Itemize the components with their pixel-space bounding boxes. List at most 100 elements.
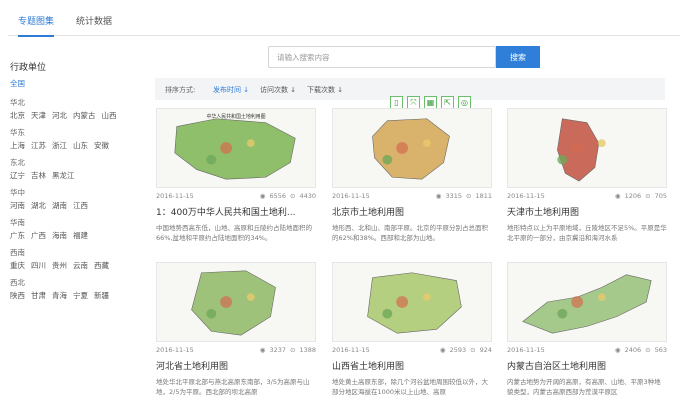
view-count: 6556 <box>269 192 286 200</box>
download-count: 924 <box>479 346 492 354</box>
sidebar-item-province[interactable]: 上海 <box>10 140 25 151</box>
card-meta: 2016-11-15 ◉ 3237 ⊙ 1388 <box>156 346 316 356</box>
region-name: 华东 <box>10 128 25 137</box>
sidebar-item-province[interactable]: 广东 <box>10 230 25 241</box>
eye-icon: ◉ <box>614 192 621 200</box>
card-title[interactable]: 山西省土地利用图 <box>332 359 492 372</box>
map-thumbnail[interactable] <box>507 262 667 342</box>
tab-thematic-atlas[interactable]: 专题图集 <box>18 14 55 37</box>
view-count: 3237 <box>269 346 286 354</box>
sidebar-item-province[interactable]: 福建 <box>73 230 88 241</box>
sidebar-item-province[interactable]: 浙江 <box>52 140 67 151</box>
search-input[interactable] <box>268 46 496 68</box>
eye-icon: ◉ <box>259 346 266 354</box>
sidebar-item-province[interactable]: 天津 <box>31 110 46 121</box>
sidebar-item-province[interactable]: 河南 <box>10 200 25 211</box>
publish-date: 2016-11-15 <box>332 192 370 200</box>
sidebar-item-province[interactable]: 湖北 <box>31 200 46 211</box>
sidebar-item-all[interactable]: 全国 <box>10 78 140 89</box>
region-name: 华南 <box>10 218 25 227</box>
card-stats: ◉ 3237 ⊙ 1388 <box>260 346 316 356</box>
sidebar-item-province[interactable]: 北京 <box>10 110 25 121</box>
card-description: 地形西、北和山、南部平原。北京的平原分别占总面积的62%和38%。西部和北部为山… <box>332 224 488 242</box>
region-group: 东北 辽宁 吉林 黑龙江 <box>10 157 140 181</box>
download-icon: ⊙ <box>466 192 472 200</box>
province-row: 上海 江苏 浙江 山东 安徽 <box>10 140 140 151</box>
sidebar-item-province[interactable]: 云南 <box>73 260 88 271</box>
sidebar-item-province[interactable]: 江西 <box>73 200 88 211</box>
download-icon: ⊙ <box>645 192 651 200</box>
sidebar-item-province[interactable]: 甘肃 <box>31 290 46 301</box>
publish-date: 2016-11-15 <box>156 346 194 354</box>
download-icon: ⊙ <box>470 346 476 354</box>
card-stats: ◉ 2406 ⊙ 563 <box>615 346 667 356</box>
sidebar-item-province[interactable]: 山东 <box>73 140 88 151</box>
sidebar-item-province[interactable]: 新疆 <box>94 290 109 301</box>
sidebar-item-province[interactable]: 四川 <box>31 260 46 271</box>
download-count: 4430 <box>299 192 316 200</box>
sidebar-item-province[interactable]: 陕西 <box>10 290 25 301</box>
region-group: 西南 重庆 四川 贵州 云南 西藏 <box>10 247 140 271</box>
sidebar-item-province[interactable]: 江苏 <box>31 140 46 151</box>
map-card[interactable]: 2016-11-15 ◉ 2593 ⊙ 924 山西省土地利用图 地处黄土高原东部，除几个河… <box>332 262 492 397</box>
card-title[interactable]: 内蒙古自治区土地利用图 <box>507 359 667 372</box>
card-description: 地形特点以上为平原地域，丘陵地区不足5%。平原是华北平原的一部分，由京冀沿和海河… <box>507 224 667 242</box>
card-stats: ◉ 6556 ⊙ 4430 <box>260 192 316 202</box>
map-card[interactable]: 2016-11-15 ◉ 1206 ⊙ 705 天津市土地利用图地形特点以上为平原地域，丘… <box>507 108 667 243</box>
region-group: 华东上海 江苏 浙江 山东 安徽 <box>10 127 140 151</box>
sidebar-item-province[interactable]: 重庆 <box>10 260 25 271</box>
sidebar-item-province[interactable]: 湖南 <box>52 200 67 211</box>
sidebar-item-province[interactable]: 山西 <box>102 110 117 121</box>
eye-icon: ◉ <box>259 192 266 200</box>
map-card[interactable]: 2016-11-15 ◉ 3315 ⊙ 1811 北京市土地利用图 地形西、北和山、南部平原… <box>332 108 492 243</box>
sidebar-item-province[interactable]: 宁夏 <box>73 290 88 301</box>
download-count: 1388 <box>299 346 316 354</box>
sort-by-visits[interactable]: 访问次数 ↓ <box>260 85 296 95</box>
admin-unit-sidebar: 行政单位 全国 华北 北京 天津 河北 内蒙古 山西 华东 上海 江苏 浙江 山东 安徽 东北 辽宁 吉林黑… <box>10 60 140 307</box>
sort-by-publish-time[interactable]: 发布时间 ↓ <box>213 85 249 95</box>
map-card[interactable]: 中华人民共和国土地利用图 2016-11-15 ◉ 6556 ⊙ 4430 1：400万中华… <box>156 108 316 243</box>
sidebar-item-province[interactable]: 安徽 <box>94 140 109 151</box>
province-row: 北京 天津 河北 内蒙古 山西 <box>10 110 140 121</box>
map-thumbnail[interactable] <box>156 262 316 342</box>
search-button[interactable]: 搜索 <box>496 46 540 68</box>
card-title[interactable]: 河北省土地利用图 <box>156 359 316 372</box>
sidebar-item-province[interactable]: 河北 <box>52 110 67 121</box>
sidebar-item-province[interactable]: 西藏 <box>94 260 109 271</box>
card-stats: ◉ 2593 ⊙ 924 <box>440 346 492 356</box>
card-meta: 2016-11-15 ◉ 6556 ⊙ 4430 <box>156 192 316 202</box>
region-group: 华中河南 湖北 湖南 江西 <box>10 187 140 211</box>
card-title[interactable]: 1：400万中华人民共和国土地利... <box>156 205 316 218</box>
card-meta: 2016-11-15 ◉ 1206 ⊙ 705 <box>507 192 667 202</box>
view-count: 3315 <box>445 192 462 200</box>
map-thumbnail[interactable] <box>507 108 667 188</box>
view-count: 1206 <box>624 192 642 200</box>
sidebar-item-province[interactable]: 青海 <box>52 290 67 301</box>
region-name: 华中 <box>10 188 25 197</box>
card-title[interactable]: 天津市土地利用图 <box>507 205 667 218</box>
sidebar-item-province[interactable]: 吉林 <box>31 170 46 181</box>
province-row: 辽宁 吉林 黑龙江 <box>10 170 140 181</box>
sidebar-item-province[interactable]: 贵州 <box>52 260 67 271</box>
sort-by-downloads[interactable]: 下载次数 ↓ <box>307 85 343 95</box>
sidebar-item-province[interactable]: 广西 <box>31 230 46 241</box>
card-meta: 2016-11-15 ◉ 2593 ⊙ 924 <box>332 346 492 356</box>
download-count: 563 <box>654 346 667 354</box>
map-thumbnail[interactable]: 中华人民共和国土地利用图 <box>156 108 316 188</box>
region-name: 华北 <box>10 98 25 107</box>
top-tabs: 专题图集 统计数据 <box>8 8 680 37</box>
province-row: 河南 湖北 湖南 江西 <box>10 200 140 211</box>
download-icon: ⊙ <box>290 346 296 354</box>
view-count: 2593 <box>449 346 467 354</box>
sidebar-item-province[interactable]: 海南 <box>52 230 67 241</box>
sidebar-item-province[interactable]: 黑龙江 <box>52 170 75 181</box>
map-thumbnail[interactable] <box>332 262 492 342</box>
card-meta: 2016-11-15 ◉ 2406 ⊙ 563 <box>507 346 667 356</box>
tab-statistics[interactable]: 统计数据 <box>76 14 112 35</box>
card-title[interactable]: 北京市土地利用图 <box>332 205 492 218</box>
map-card[interactable]: 2016-11-15 ◉ 3237 ⊙ 1388 河北省土地利用图 地处华北平原北部与燕北高… <box>156 262 316 397</box>
map-card[interactable]: 2016-11-15 ◉ 2406 ⊙ 563 内蒙古自治区土地利用图 内蒙古地势为开阔的高… <box>507 262 667 397</box>
sidebar-item-province[interactable]: 辽宁 <box>10 170 25 181</box>
sidebar-item-province[interactable]: 内蒙古 <box>73 110 96 121</box>
map-thumbnail[interactable] <box>332 108 492 188</box>
